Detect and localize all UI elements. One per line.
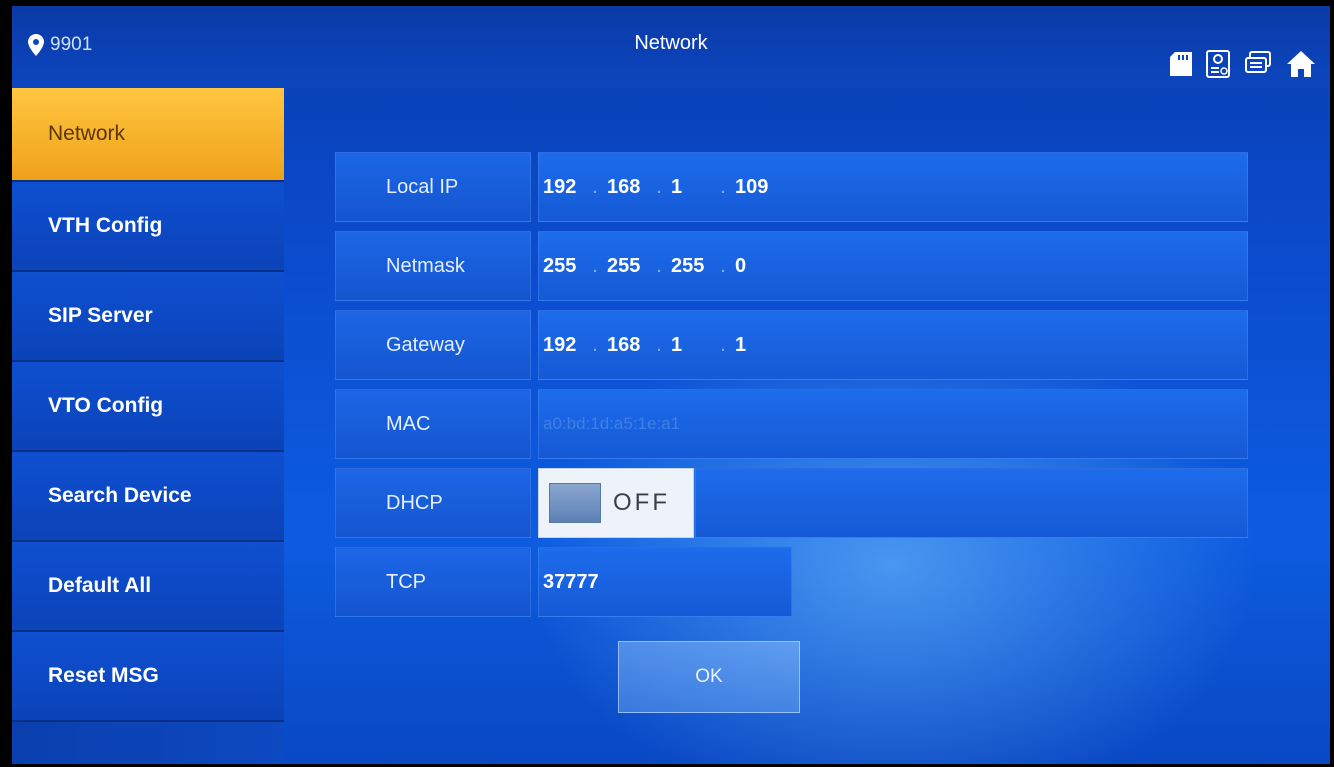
ip-octet[interactable]: 192 (543, 176, 583, 199)
sidebar-item-search-device[interactable]: Search Device (12, 452, 284, 542)
sd-card-icon[interactable] (1170, 52, 1192, 76)
dhcp-row-fill (695, 468, 1248, 538)
sidebar-item-label: Network (48, 122, 126, 145)
local-ip-field[interactable]: 192 . 168 . 1 . 109 (538, 152, 1248, 222)
ip-octet[interactable]: 255 (607, 255, 647, 278)
gateway-field[interactable]: 192 . 168 . 1 . 1 (538, 310, 1248, 380)
sidebar-item-label: Search Device (48, 484, 192, 507)
local-ip-octets: 192 . 168 . 1 . 109 (543, 176, 775, 199)
contact-card-icon[interactable] (1206, 50, 1230, 78)
ip-octet[interactable]: 1 (671, 176, 711, 199)
netmask-label: Netmask (335, 231, 531, 301)
sidebar-item-label: SIP Server (48, 304, 153, 327)
gateway-label: Gateway (335, 310, 531, 380)
top-bar: 9901 Network (12, 6, 1330, 88)
sidebar-item-vto-config[interactable]: VTO Config (12, 362, 284, 452)
ip-separator: . (656, 333, 662, 356)
ip-separator: . (720, 175, 726, 198)
page-title: Network (634, 32, 708, 54)
sidebar-item-default-all[interactable]: Default All (12, 542, 284, 632)
netmask-field[interactable]: 255 . 255 . 255 . 0 (538, 231, 1248, 301)
dhcp-state: OFF (613, 489, 670, 516)
ip-octet[interactable]: 192 (543, 334, 583, 357)
sidebar-item-label: Reset MSG (48, 664, 159, 687)
ip-octet[interactable]: 168 (607, 176, 647, 199)
mac-value: a0:bd:1d:a5:1e:a1 (543, 414, 681, 433)
sidebar-item-label: VTH Config (48, 214, 163, 237)
ip-octet[interactable]: 1 (735, 334, 775, 357)
tcp-port-field[interactable]: 37777 (538, 547, 792, 617)
ip-octet[interactable]: 255 (671, 255, 711, 278)
netmask-octets: 255 . 255 . 255 . 0 (543, 255, 775, 278)
mac-field: a0:bd:1d:a5:1e:a1 (538, 389, 1248, 459)
ok-button[interactable]: OK (618, 641, 800, 713)
device-screen: 9901 Network Network VTH Config SIP Serv… (12, 6, 1330, 764)
ip-octet[interactable]: 255 (543, 255, 583, 278)
sidebar-item-network[interactable]: Network (12, 88, 284, 182)
sidebar-item-sip-server[interactable]: SIP Server (12, 272, 284, 362)
tcp-port-value: 37777 (543, 570, 599, 593)
ip-octet[interactable]: 0 (735, 255, 775, 278)
ip-separator: . (720, 254, 726, 277)
message-stack-icon[interactable] (1244, 51, 1272, 77)
ip-separator: . (592, 254, 598, 277)
toggle-knob (549, 483, 601, 523)
dhcp-toggle[interactable]: OFF (538, 468, 694, 538)
home-icon[interactable] (1286, 50, 1316, 78)
local-ip-label: Local IP (335, 152, 531, 222)
mac-label: MAC (335, 389, 531, 459)
ip-octet[interactable]: 1 (671, 334, 711, 357)
sidebar-item-label: Default All (48, 574, 152, 597)
ip-separator: . (592, 333, 598, 356)
ip-octet[interactable]: 109 (735, 176, 775, 199)
sidebar-item-reset-msg[interactable]: Reset MSG (12, 632, 284, 722)
sidebar: Network VTH Config SIP Server VTO Config… (12, 88, 284, 764)
ip-octet[interactable]: 168 (607, 334, 647, 357)
tcp-label: TCP (335, 547, 531, 617)
dhcp-label: DHCP (335, 468, 531, 538)
status-icons (1170, 50, 1316, 78)
ip-separator: . (592, 175, 598, 198)
ip-separator: . (656, 254, 662, 277)
sidebar-item-vth-config[interactable]: VTH Config (12, 182, 284, 272)
ip-separator: . (720, 333, 726, 356)
gateway-octets: 192 . 168 . 1 . 1 (543, 334, 775, 357)
sidebar-item-label: VTO Config (48, 394, 164, 417)
ip-separator: . (656, 175, 662, 198)
